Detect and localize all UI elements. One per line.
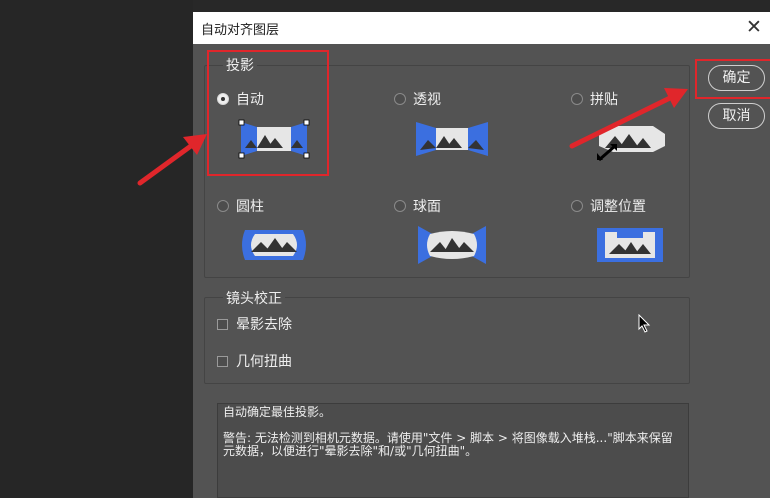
description-summary: 自动确定最佳投影。	[223, 405, 332, 419]
radio-reposition[interactable]: 调整位置	[571, 196, 646, 216]
radio-label-perspective: 透视	[413, 92, 441, 108]
collage-layout-icon[interactable]	[595, 120, 667, 162]
checkbox-label-vignette-removal: 晕影去除	[236, 317, 292, 333]
checkbox-geometric-distortion[interactable]: 几何扭曲	[217, 351, 292, 371]
radio-button[interactable]	[217, 200, 229, 212]
radio-cylindrical[interactable]: 圆柱	[217, 196, 264, 216]
radio-spherical[interactable]: 球面	[394, 196, 441, 216]
title-bar: 自动对齐图层 ✕	[193, 12, 770, 44]
cancel-button[interactable]: 取消	[708, 103, 765, 129]
perspective-layout-icon[interactable]	[414, 118, 490, 160]
description-warning: 警告: 无法检测到相机元数据。请使用"文件 > 脚本 > 将图像载入堆栈..."…	[223, 431, 673, 458]
radio-perspective[interactable]: 透视	[394, 89, 441, 109]
reposition-layout-icon[interactable]	[595, 224, 665, 266]
background-area	[0, 0, 193, 498]
radio-button[interactable]	[394, 200, 406, 212]
checkbox[interactable]	[217, 355, 228, 367]
radio-button[interactable]	[394, 93, 406, 105]
checkbox[interactable]	[217, 318, 228, 330]
annotation-box-auto	[207, 50, 329, 176]
radio-label-spherical: 球面	[413, 199, 441, 215]
lens-correction-legend: 镜头校正	[223, 288, 285, 308]
radio-collage[interactable]: 拼贴	[571, 89, 618, 109]
radio-button[interactable]	[571, 200, 583, 212]
annotation-box-ok	[695, 59, 770, 99]
description-box: 自动确定最佳投影。 警告: 无法检测到相机元数据。请使用"文件 > 脚本 > 将…	[217, 403, 689, 498]
dialog-title: 自动对齐图层	[201, 23, 280, 38]
radio-label-reposition: 调整位置	[590, 199, 646, 215]
radio-label-cylindrical: 圆柱	[236, 199, 264, 215]
mouse-cursor-icon	[638, 314, 651, 333]
radio-button[interactable]	[571, 93, 583, 105]
radio-label-collage: 拼贴	[590, 92, 618, 108]
cylindrical-layout-icon[interactable]	[239, 224, 309, 266]
close-icon[interactable]: ✕	[744, 16, 764, 38]
checkbox-vignette-removal[interactable]: 晕影去除	[217, 314, 292, 334]
spherical-layout-icon[interactable]	[416, 224, 488, 266]
checkbox-label-geometric-distortion: 几何扭曲	[236, 354, 292, 370]
